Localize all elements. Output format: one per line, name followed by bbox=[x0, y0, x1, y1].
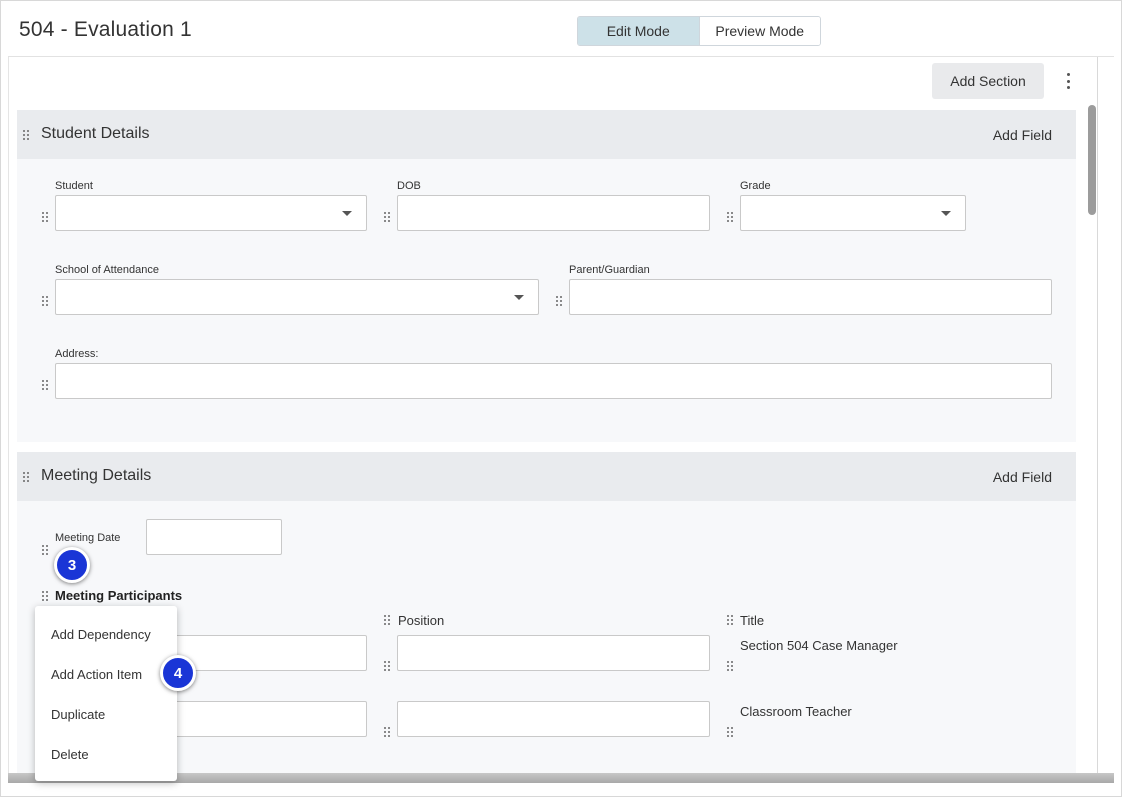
participant-position-field[interactable] bbox=[397, 635, 710, 671]
drag-handle-icon[interactable] bbox=[23, 130, 29, 140]
meeting-date-field[interactable] bbox=[146, 519, 282, 555]
meeting-participants-label: Meeting Participants bbox=[55, 588, 183, 603]
meeting-date-label: Meeting Date bbox=[55, 532, 121, 544]
drag-handle-icon[interactable] bbox=[727, 212, 733, 222]
callout-badge: 4 bbox=[160, 655, 196, 691]
dob-field[interactable] bbox=[397, 195, 710, 231]
drag-handle-icon[interactable] bbox=[727, 661, 733, 671]
grade-select[interactable] bbox=[740, 195, 966, 231]
participant-title: Section 504 Case Manager bbox=[740, 638, 898, 653]
drag-handle-icon[interactable] bbox=[727, 727, 733, 737]
add-section-button[interactable]: Add Section bbox=[932, 63, 1044, 99]
field-context-menu: Add Dependency Add Action Item Duplicate… bbox=[35, 606, 177, 781]
scrollbar-track[interactable] bbox=[1097, 57, 1114, 775]
preview-mode-button[interactable]: Preview Mode bbox=[699, 17, 820, 45]
add-field-button[interactable]: Add Field bbox=[993, 127, 1052, 143]
title-column-header: Title bbox=[740, 613, 765, 628]
drag-handle-icon[interactable] bbox=[727, 615, 733, 625]
parent-field[interactable] bbox=[569, 279, 1052, 315]
drag-handle-icon[interactable] bbox=[556, 296, 562, 306]
section-title: Meeting Details bbox=[41, 467, 152, 484]
scrollbar-thumb[interactable] bbox=[1088, 105, 1096, 215]
page-title: 504 - Evaluation 1 bbox=[19, 18, 192, 41]
address-label: Address: bbox=[55, 348, 99, 360]
callout-badge: 3 bbox=[54, 547, 90, 583]
menu-item-add-dependency[interactable]: Add Dependency bbox=[51, 627, 151, 642]
drag-handle-icon[interactable] bbox=[384, 615, 390, 625]
section-title: Student Details bbox=[41, 125, 150, 142]
chevron-down-icon bbox=[514, 295, 524, 300]
drag-handle-icon[interactable] bbox=[384, 661, 390, 671]
parent-label: Parent/Guardian bbox=[569, 264, 650, 276]
participant-position-field[interactable] bbox=[397, 701, 710, 737]
student-label: Student bbox=[55, 180, 93, 192]
participant-title: Classroom Teacher bbox=[740, 704, 852, 719]
add-field-button[interactable]: Add Field bbox=[993, 469, 1052, 485]
kebab-icon[interactable] bbox=[1060, 71, 1076, 91]
section-header-meeting-details: Meeting Details Add Field bbox=[17, 452, 1076, 501]
drag-handle-icon[interactable] bbox=[42, 296, 48, 306]
chevron-down-icon bbox=[342, 211, 352, 216]
section-header-student-details: Student Details Add Field bbox=[17, 110, 1076, 159]
school-select[interactable] bbox=[55, 279, 539, 315]
mode-toggle: Edit Mode Preview Mode bbox=[577, 16, 821, 46]
drag-handle-icon[interactable] bbox=[42, 591, 48, 601]
drag-handle-icon[interactable] bbox=[23, 472, 29, 482]
drag-handle-icon[interactable] bbox=[42, 212, 48, 222]
menu-item-add-action-item[interactable]: Add Action Item bbox=[51, 667, 142, 682]
edit-mode-button[interactable]: Edit Mode bbox=[578, 17, 700, 45]
drag-handle-icon[interactable] bbox=[42, 380, 48, 390]
school-label: School of Attendance bbox=[55, 264, 159, 276]
drag-handle-icon[interactable] bbox=[384, 727, 390, 737]
position-column-header: Position bbox=[398, 613, 445, 628]
address-field[interactable] bbox=[55, 363, 1052, 399]
menu-item-delete[interactable]: Delete bbox=[51, 747, 89, 762]
student-select[interactable] bbox=[55, 195, 367, 231]
chevron-down-icon bbox=[941, 211, 951, 216]
menu-item-duplicate[interactable]: Duplicate bbox=[51, 707, 105, 722]
grade-label: Grade bbox=[740, 180, 771, 192]
drag-handle-icon[interactable] bbox=[42, 545, 48, 555]
dob-label: DOB bbox=[397, 180, 421, 192]
drag-handle-icon[interactable] bbox=[384, 212, 390, 222]
